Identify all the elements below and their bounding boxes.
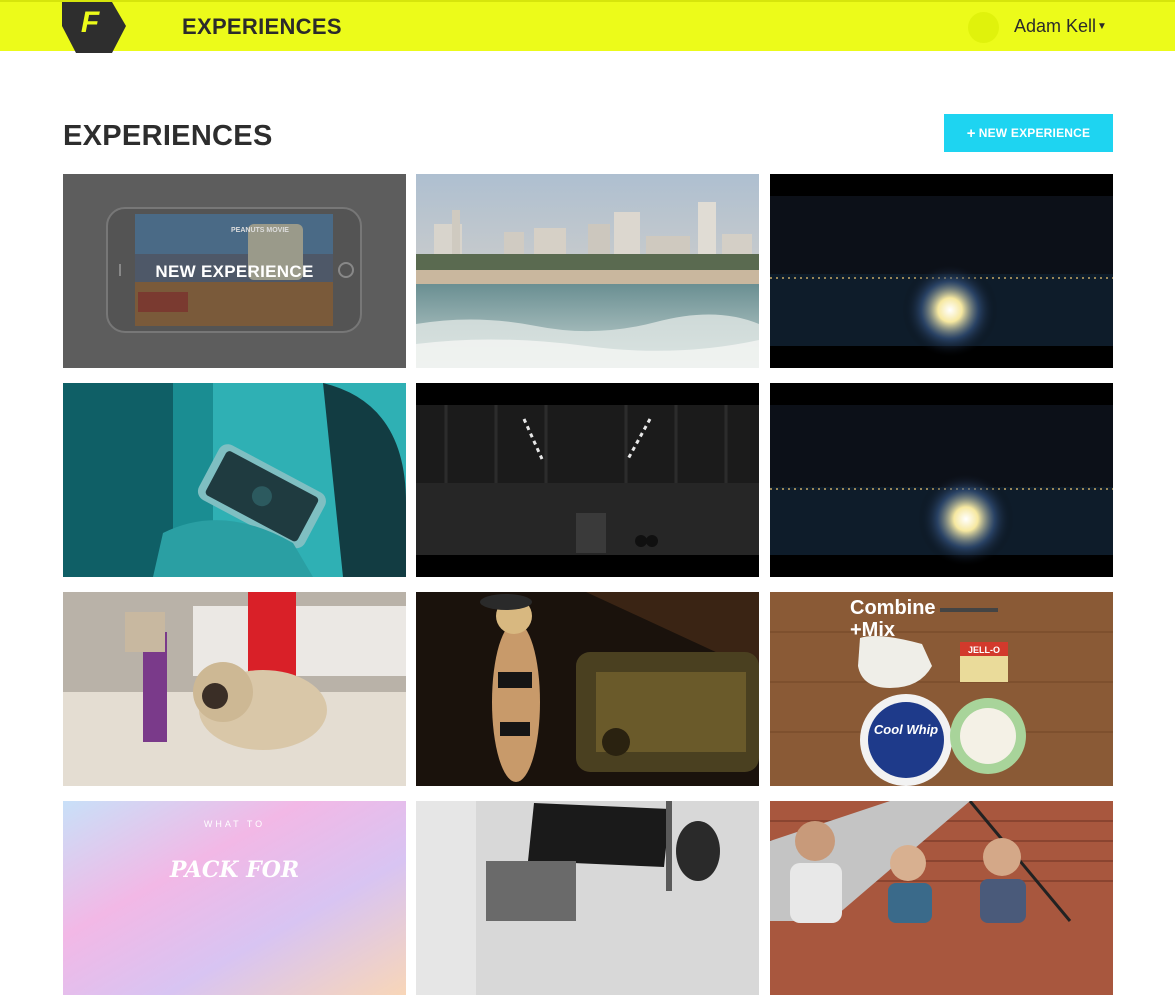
brand-logo[interactable]: F: [62, 2, 128, 53]
new-experience-button[interactable]: + NEW EXPERIENCE: [944, 114, 1113, 152]
new-experience-button-label: NEW EXPERIENCE: [978, 125, 1091, 140]
bw-music-stand-thumbnail: [416, 801, 759, 995]
pug-carpet-thumbnail: [63, 592, 406, 786]
page-title: EXPERIENCES: [63, 120, 273, 152]
experience-tile[interactable]: [63, 592, 406, 786]
dancer-car-thumbnail: [416, 592, 759, 786]
caret-down-icon: ▼: [1097, 21, 1107, 32]
dark-hangar-thumbnail: [416, 383, 759, 577]
top-bar: F EXPERIENCES Adam Kell▼: [0, 0, 1175, 53]
logo-hexagon-icon: F: [62, 2, 126, 53]
experience-tile[interactable]: [416, 383, 759, 577]
user-menu[interactable]: Adam Kell▼: [1014, 16, 1107, 37]
three-men-stairs-thumbnail: [770, 801, 1113, 995]
experience-tile-new[interactable]: PEANUTS MOVIE NEW EXPERIENCE: [63, 174, 406, 368]
tile-overlay-script: PACK FOR: [169, 857, 300, 883]
experience-tile[interactable]: [416, 592, 759, 786]
user-name: Adam Kell: [1014, 16, 1097, 36]
experience-tile[interactable]: JELL-O Cool Whip Combine +Mix: [770, 592, 1113, 786]
svg-text:Cool Whip: Cool Whip: [874, 722, 938, 737]
trash-icon[interactable]: [376, 334, 396, 356]
experience-tile[interactable]: WHAT TO PACK FOR: [63, 801, 406, 995]
experience-tile[interactable]: [63, 383, 406, 577]
city-beach-thumbnail: [416, 174, 759, 368]
tile-overlay-combine: Combine: [850, 597, 936, 619]
teal-hand-phone-thumbnail: [63, 383, 406, 577]
app-title: EXPERIENCES: [182, 14, 342, 39]
experience-tile[interactable]: [770, 383, 1113, 577]
avatar[interactable]: [968, 12, 999, 43]
tile-overlay-mix: +Mix: [850, 619, 896, 641]
svg-text:JELL-O: JELL-O: [968, 645, 1000, 655]
recipe-table-thumbnail: JELL-O Cool Whip: [770, 592, 1113, 786]
svg-text:F: F: [81, 6, 100, 39]
experience-tile[interactable]: [416, 801, 759, 995]
night-lights-thumbnail: [770, 174, 1113, 368]
experience-tile[interactable]: [416, 174, 759, 368]
plus-icon: +: [966, 124, 976, 142]
pastel-gradient-thumbnail: [63, 801, 406, 995]
experience-tile[interactable]: [770, 801, 1113, 995]
night-lights-thumbnail: [770, 383, 1113, 577]
tile-caption: NEW EXPERIENCE: [155, 262, 314, 281]
svg-text:PEANUTS MOVIE: PEANUTS MOVIE: [231, 227, 289, 234]
experience-tile[interactable]: [770, 174, 1113, 368]
tile-overlay-small: WHAT TO: [203, 819, 266, 829]
